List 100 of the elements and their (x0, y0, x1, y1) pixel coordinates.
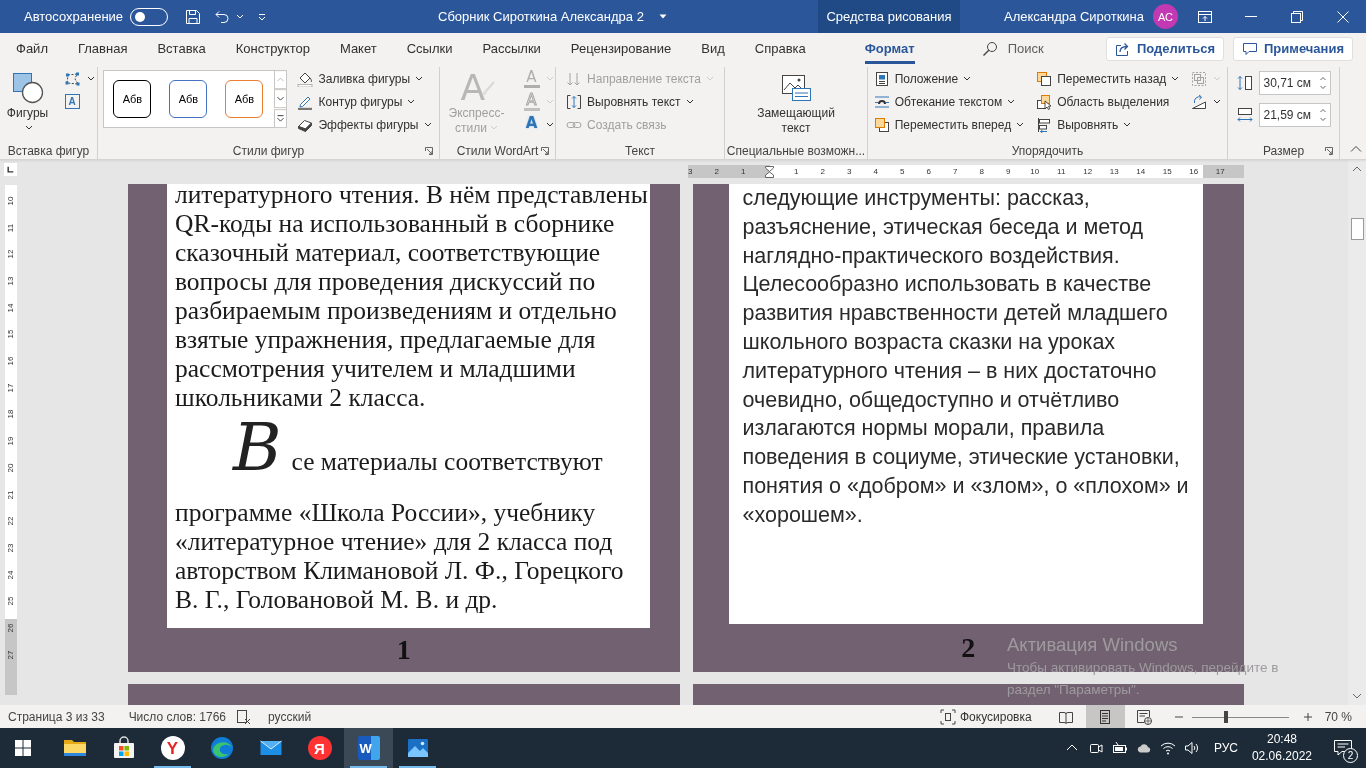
height-icon (1236, 75, 1253, 91)
scroll-down-icon[interactable] (1352, 693, 1362, 699)
ribbon-tab[interactable]: Рассылки (482, 33, 541, 64)
ruler-number: 12 (1083, 167, 1093, 176)
ruler-number: 1 (794, 167, 799, 176)
clock-time[interactable]: 20:48 (1266, 731, 1297, 748)
ruler-number: 2 (714, 167, 719, 176)
ruler-number: 9 (1006, 167, 1011, 176)
wifi-icon[interactable] (1159, 740, 1176, 756)
shape-style-option[interactable]: Абв (169, 80, 208, 118)
print-layout-button[interactable] (1085, 705, 1125, 728)
save-icon[interactable] (185, 8, 202, 25)
align-text-button[interactable]: Выровнять текст (564, 90, 716, 113)
document-title[interactable]: Сборник Сироткина Александра 2 (438, 9, 644, 24)
letter-logo-icon: Я (307, 736, 332, 760)
ruler-number: 17 (7, 383, 15, 393)
alt-text-icon (780, 72, 812, 104)
vertical-scrollbar[interactable] (1348, 160, 1366, 705)
slider-thumb[interactable] (1223, 710, 1228, 723)
user-name[interactable]: Александра Сироткина (1004, 9, 1145, 24)
focus-button[interactable]: Фокусировка (939, 708, 1032, 725)
ruler-number: 11 (7, 223, 15, 232)
customize-toolbar-icon[interactable] (258, 12, 267, 21)
dialog-launcher-icon[interactable] (424, 146, 434, 156)
undo-icon[interactable] (214, 8, 231, 25)
gallery-down-icon[interactable] (274, 89, 288, 109)
ruler-number: 16 (7, 356, 15, 366)
battery-icon[interactable] (1111, 740, 1128, 756)
zoom-in-icon[interactable] (1302, 711, 1313, 722)
ruler-number: 10 (7, 196, 15, 206)
text-box-button[interactable]: A (62, 90, 97, 113)
ruler-number: 8 (979, 167, 984, 176)
ribbon-tab[interactable]: Главная (77, 33, 128, 64)
ribbon-tab[interactable]: Вид (701, 33, 725, 64)
minimize-icon (1245, 16, 1257, 17)
scroll-up-icon[interactable] (1352, 166, 1362, 172)
autosave-label: Автосохранение (24, 9, 124, 24)
search-app-button[interactable]: Я (295, 728, 344, 768)
ruler-number: 1 (741, 167, 746, 176)
clock-date[interactable]: 02.06.2022 (1251, 748, 1312, 765)
shapes-icon (11, 72, 44, 104)
start-icon (15, 740, 31, 756)
align-icon (1036, 116, 1053, 133)
ribbon-tab[interactable]: Конструктор (235, 33, 310, 64)
ribbon-tab[interactable]: Ссылки (406, 33, 453, 64)
ribbon-tab[interactable]: Справка (754, 33, 806, 64)
search-field[interactable]: Поиск (1007, 41, 1098, 56)
ruler-number: 13 (1109, 167, 1119, 176)
share-icon (1114, 40, 1131, 57)
zoom-level[interactable]: 70 % (1324, 709, 1352, 724)
browser-button[interactable]: Y (148, 728, 197, 768)
alt-text-button[interactable]: Замещающий текст (746, 67, 846, 136)
word-count[interactable]: Число слов: 1766 (128, 709, 227, 724)
search-icon[interactable] (981, 40, 998, 57)
gallery-more-icon[interactable] (274, 108, 288, 128)
ruler-number: 15 (7, 329, 15, 339)
paint-bucket-icon (297, 70, 314, 87)
shape-fill-button[interactable]: Заливка фигуры (295, 67, 434, 90)
shape-style-option[interactable]: Абв (113, 80, 152, 118)
page-count[interactable]: Страница 3 из 33 (8, 709, 105, 724)
text-effects-button[interactable]: A (521, 113, 556, 136)
bring-forward-button[interactable]: Переместить вперед (871, 113, 1027, 136)
width-field[interactable]: 21,59 см (1258, 103, 1331, 127)
send-backward-button[interactable]: Переместить назад (1034, 67, 1182, 90)
avatar[interactable]: АС (1153, 4, 1179, 29)
shape-outline-button[interactable]: Контур фигуры (295, 90, 434, 113)
comments-button[interactable]: Примечания (1233, 36, 1353, 61)
focus-icon (939, 708, 956, 725)
caret-icon[interactable] (236, 14, 245, 19)
ruler-number: 3 (847, 167, 852, 176)
wrap-text-button[interactable]: Обтекание текстом (871, 90, 1027, 113)
ribbon-tab[interactable]: Рецензирование (570, 33, 672, 64)
tab-stop-icon[interactable] (4, 163, 17, 176)
speaker-icon[interactable] (1183, 740, 1200, 756)
height-field[interactable]: 30,71 см (1258, 71, 1331, 95)
scrollbar-thumb[interactable] (1350, 218, 1364, 240)
proofing-icon[interactable] (236, 708, 253, 725)
notification-icon[interactable] (1333, 739, 1353, 757)
restore-icon (1289, 8, 1305, 25)
align-button[interactable]: Выровнять (1034, 113, 1182, 136)
input-language[interactable]: РУС (1213, 741, 1238, 755)
shape-effects-button[interactable]: Эффекты фигуры (295, 113, 434, 136)
rotate-icon (1191, 93, 1208, 110)
caret-icon[interactable] (658, 14, 667, 19)
dialog-launcher-icon[interactable] (1324, 146, 1334, 156)
ribbon-tab[interactable]: Файл (16, 33, 48, 64)
shapes-button[interactable]: Фигуры (0, 67, 55, 136)
position-button[interactable]: Положение (871, 67, 1027, 90)
ruler-number: 11 (1057, 167, 1066, 176)
ribbon-tab[interactable]: Вставка (157, 33, 206, 64)
indent-marker-icon[interactable] (765, 165, 775, 178)
shape-style-option[interactable]: Абв (225, 80, 264, 118)
ruler-number: 19 (7, 436, 15, 446)
word-app-button[interactable]: W (344, 728, 393, 768)
selection-pane-button[interactable]: Область выделения (1034, 90, 1182, 113)
group-label: Текст (624, 144, 656, 158)
ribbon-tab[interactable]: Макет (339, 33, 377, 64)
language-indicator[interactable]: русский (268, 709, 312, 724)
share-button[interactable]: Поделиться (1105, 36, 1224, 61)
dialog-launcher-icon[interactable] (540, 146, 550, 156)
